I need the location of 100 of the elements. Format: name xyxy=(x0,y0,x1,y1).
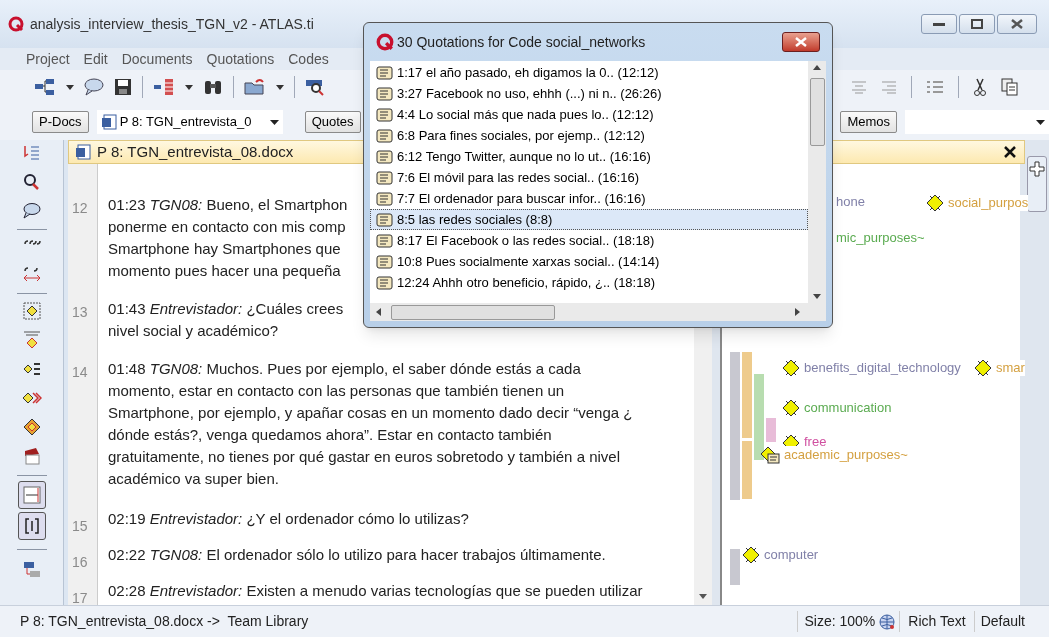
memo-code-icon xyxy=(760,446,780,464)
code-label[interactable]: computer xyxy=(764,547,819,563)
caret-icon[interactable] xyxy=(276,84,284,90)
status-document: P 8: TGN_entrevista_08.docx -> Team Library xyxy=(19,612,309,631)
save-icon[interactable] xyxy=(114,78,132,96)
transcript-line: Smartphone hay Smartphones que xyxy=(108,239,342,259)
close-button[interactable] xyxy=(782,32,820,52)
dropdown-arrow-icon xyxy=(269,119,279,125)
word-document-icon xyxy=(100,114,117,130)
search-icon[interactable] xyxy=(305,78,325,96)
line-numbers-button[interactable] xyxy=(17,481,46,509)
panel-layout-icon[interactable] xyxy=(21,559,42,579)
code-icon xyxy=(782,359,800,377)
quotation-icon xyxy=(376,233,394,248)
folder-icon[interactable] xyxy=(244,78,266,96)
quotation-item[interactable]: 12:24 Ahhh otro beneficio, rápido, ¿.. (18:18) xyxy=(370,272,808,293)
document-dropdown[interactable]: P 8: TGN_entrevista_0 xyxy=(96,110,283,134)
transcript-line: ponerme en contacto con mis comp xyxy=(108,217,347,237)
code-target-icon[interactable] xyxy=(21,417,42,437)
side-panel-button[interactable] xyxy=(1027,156,1047,212)
memos-button[interactable]: Memos xyxy=(840,111,897,133)
minimize-button[interactable] xyxy=(921,14,957,34)
transcript-line: 01:43 Entrevistador: ¿Cuáles crees xyxy=(108,299,344,319)
margin-toggle-button[interactable] xyxy=(17,512,46,540)
transcript-line: 02:22 TGN08: El ordenador sólo lo utilizo para hacer trabajos últimamente. xyxy=(108,545,606,565)
quotation-item[interactable]: 10:8 Pues socialmente xarxas social.. (14:14) xyxy=(370,251,808,272)
quotation-item[interactable]: 8:17 El Facebook o las redes social.. (18:18) xyxy=(370,230,808,251)
quotation-icon xyxy=(376,107,394,122)
quotation-item[interactable]: 1:17 el año pasado, eh digamos la 0.. (12:12) xyxy=(370,62,808,83)
code-label[interactable]: benefits_digital_technology xyxy=(804,360,961,376)
globe-icon xyxy=(879,613,896,630)
speech-bubble-icon[interactable] xyxy=(21,202,42,222)
code-icon xyxy=(782,399,800,417)
close-icon[interactable] xyxy=(1004,146,1016,158)
quotation-icon xyxy=(376,65,394,80)
status-format: Rich Text xyxy=(899,611,974,632)
menu-item[interactable]: Documents xyxy=(121,48,193,70)
plus-icon xyxy=(1029,161,1045,177)
transcript-line: dónde estás?, venga quedamos ahora”. Estar en contacto también xyxy=(108,425,553,445)
quotation-icon xyxy=(376,212,394,227)
code-label[interactable]: free xyxy=(804,434,827,446)
scroll-down-icon[interactable] xyxy=(699,594,707,599)
caret-icon[interactable] xyxy=(66,84,74,90)
quotation-icon xyxy=(376,128,394,143)
menu-item[interactable]: Quotations xyxy=(206,48,275,70)
list-icon[interactable] xyxy=(926,80,944,94)
binoculars-icon[interactable] xyxy=(203,78,223,96)
quotation-item[interactable]: 8:5 las redes sociales (8:8) xyxy=(370,209,808,230)
quotation-item[interactable]: 7:7 El ordenador para buscar infor.. (16:16) xyxy=(370,188,808,209)
transcript-line: nivel social y académico? xyxy=(108,321,280,341)
transcript-line: 01:23 TGN08: Bueno, el Smartphon xyxy=(108,195,348,215)
quotation-icon xyxy=(376,170,394,185)
transcript-line: 01:48 TGN08: Muchos. Pues por ejemplo, el saber dónde estás a cada xyxy=(108,359,582,379)
code-icon xyxy=(742,546,760,564)
menu-item[interactable]: Project xyxy=(26,48,70,70)
close-icon xyxy=(795,37,807,47)
quotation-item[interactable]: 7:6 El móvil para las redes social.. (16:16) xyxy=(370,167,808,188)
maximize-icon xyxy=(971,19,983,29)
status-style: Default xyxy=(973,611,1049,632)
quotation-item[interactable]: 6:8 Para fines sociales, por ejemp.. (12:12) xyxy=(370,125,808,146)
menu-item[interactable]: Edit xyxy=(83,48,108,70)
scroll-left-icon[interactable] xyxy=(376,308,381,316)
code-filter-icon[interactable] xyxy=(21,330,42,350)
quotation-icon xyxy=(376,191,394,206)
maximize-button[interactable] xyxy=(959,14,995,34)
scroll-right-icon[interactable] xyxy=(795,308,800,316)
network-icon[interactable] xyxy=(34,78,56,96)
speech-bubble-icon[interactable] xyxy=(84,78,104,96)
vertical-scrollbar[interactable] xyxy=(808,61,826,303)
code-grid-icon[interactable] xyxy=(21,301,42,321)
quotation-item[interactable]: 4:4 Lo social más que nada pues lo.. (12:12) xyxy=(370,104,808,125)
scrollbar-thumb[interactable] xyxy=(809,78,825,146)
quotes-button[interactable]: Quotes xyxy=(304,111,361,133)
transcript-line: 02:28 Entrevistador: Existen a menudo varias tecnologías que se pueden utilizar xyxy=(108,581,643,601)
line-number: 17 xyxy=(72,589,88,608)
transcript-line: momento pues hacer una pequeña xyxy=(108,261,342,281)
line-number: 15 xyxy=(72,517,88,536)
line-numbers-icon xyxy=(21,485,42,505)
close-icon xyxy=(1011,19,1023,29)
window-title: analysis_interview_thesis_TGN_v2 - ATLAS.ti xyxy=(30,14,314,34)
quotation-item[interactable]: 6:12 Tengo Twitter, aunque no lo ut.. (16:16) xyxy=(370,146,808,167)
caret-icon[interactable] xyxy=(185,84,193,90)
transcript-line: académico va super bien. xyxy=(108,469,280,489)
cut-icon[interactable] xyxy=(973,78,987,96)
document-tab-title: P 8: TGN_entrevista_08.docx xyxy=(97,141,294,162)
quotation-icon xyxy=(376,254,394,269)
app-logo-icon xyxy=(376,33,394,51)
transcript-line: Smartphone, por ejemplo, y apañar cosas en un momento dado decir “venga ¿ xyxy=(108,403,633,423)
scrollbar-thumb[interactable] xyxy=(391,304,555,320)
pdocs-button[interactable]: P-Docs xyxy=(32,111,89,133)
quotation-icon xyxy=(376,275,394,290)
line-number: 14 xyxy=(72,363,88,382)
code-icon xyxy=(974,359,992,377)
minimize-icon xyxy=(933,22,945,26)
hierarchy-icon[interactable] xyxy=(153,78,175,96)
menu-item[interactable]: Codes xyxy=(288,48,329,70)
scroll-down-icon[interactable] xyxy=(813,294,821,299)
horizontal-scrollbar[interactable] xyxy=(370,303,826,321)
copy-icon[interactable] xyxy=(1001,78,1019,96)
close-button[interactable] xyxy=(997,14,1037,34)
